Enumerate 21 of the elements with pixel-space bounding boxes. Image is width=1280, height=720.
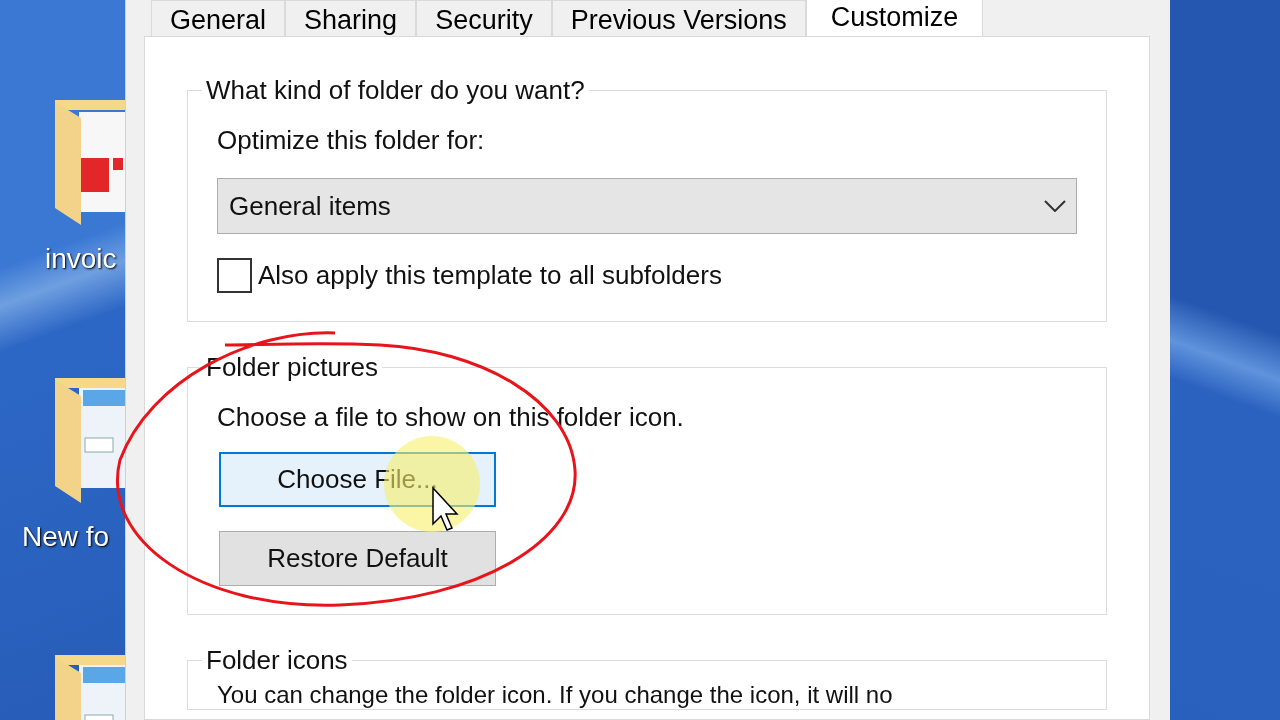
desktop-icon-label[interactable]: New fo: [22, 523, 110, 551]
description-text: Choose a file to show on this folder icon.: [217, 402, 685, 432]
chevron-down-icon: [1044, 200, 1066, 212]
checkbox[interactable]: [217, 258, 252, 293]
checkbox-label[interactable]: Also apply this template to all subfolders: [258, 256, 722, 295]
group-title: What kind of folder do you want?: [205, 75, 586, 105]
tab[interactable]: Customize: [805, 0, 984, 36]
description-text: You can change the folder icon. If you change the icon, it will no: [217, 681, 894, 709]
tab[interactable]: Security: [416, 0, 552, 36]
button[interactable]: Restore Default: [219, 531, 496, 586]
tab[interactable]: Previous Versions: [551, 0, 806, 36]
field-label: Optimize this folder for:: [217, 125, 486, 155]
tab[interactable]: General: [151, 0, 286, 36]
group-title: Folder icons: [205, 645, 349, 675]
group-title: Folder pictures: [205, 352, 379, 382]
dropdown-value: General items: [229, 189, 391, 223]
tab[interactable]: Sharing: [285, 0, 417, 36]
folder-icon[interactable]: [55, 378, 125, 503]
folder-icon[interactable]: [55, 100, 125, 225]
dropdown[interactable]: General items: [217, 178, 1077, 234]
button[interactable]: Choose File...: [219, 452, 496, 507]
